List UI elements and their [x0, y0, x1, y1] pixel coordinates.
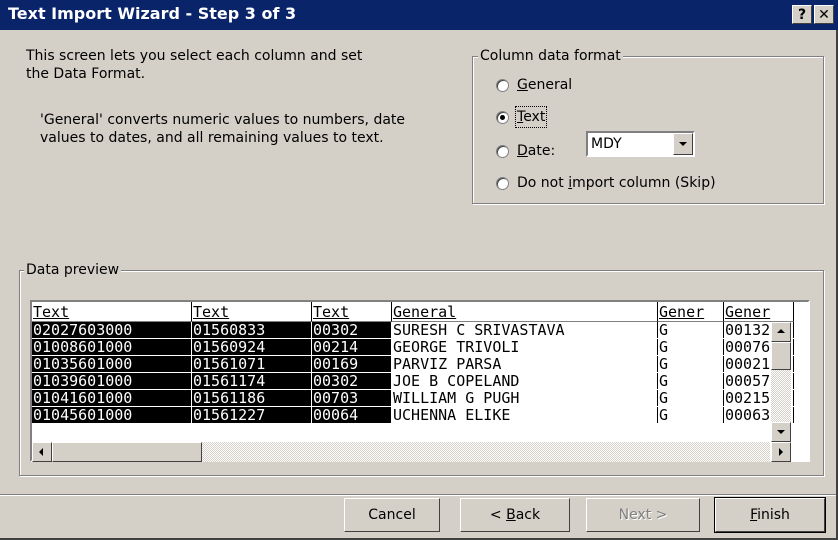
table-cell[interactable]: PARVIZ PARSA [392, 356, 658, 372]
description-line-1: This screen lets you select each column … [26, 48, 363, 64]
table-cell[interactable]: 00703 [312, 390, 392, 406]
table-cell[interactable]: 01039601000 [32, 373, 192, 389]
help-button[interactable]: ? [792, 5, 812, 24]
table-cell[interactable]: 01560833 [192, 322, 312, 338]
data-preview-legend: Data preview [24, 262, 122, 278]
arrow-up-icon [777, 329, 785, 333]
table-cell[interactable]: JOE B COPELAND [392, 373, 658, 389]
button-separator [0, 494, 836, 496]
table-cell[interactable]: 01041601000 [32, 390, 192, 406]
data-preview-grid[interactable]: Text 02027603000 01008601000 01035601000 010… [30, 300, 810, 462]
table-cell[interactable]: 00169 [312, 356, 392, 372]
table-cell[interactable]: GEORGE TRIVOLI [392, 339, 658, 355]
close-icon: ✕ [818, 7, 830, 23]
radio-skip-label[interactable]: Do not import column (Skip) [517, 174, 716, 192]
chevron-down-icon [679, 142, 687, 146]
radio-text[interactable] [496, 111, 509, 124]
column-header[interactable]: Gener [658, 302, 724, 322]
table-cell[interactable]: G [658, 373, 724, 389]
preview-vertical-scrollbar[interactable] [771, 322, 791, 442]
date-format-value: MDY [591, 136, 622, 152]
table-cell[interactable]: 00302 [312, 373, 392, 389]
description-line-2: the Data Format. [26, 66, 146, 82]
table-cell[interactable]: 01561186 [192, 390, 312, 406]
table-cell[interactable]: 01560924 [192, 339, 312, 355]
window-title: Text Import Wizard - Step 3 of 3 [8, 4, 297, 23]
arrow-right-icon [779, 448, 783, 456]
next-button[interactable]: Next > [586, 498, 700, 532]
arrow-down-icon [777, 430, 785, 434]
table-cell[interactable]: WILLIAM G PUGH [392, 390, 658, 406]
text-import-wizard-dialog: Text Import Wizard - Step 3 of 3 ? ✕ Thi… [0, 0, 838, 540]
radio-general-label[interactable]: General [517, 76, 572, 94]
finish-button[interactable]: Finish [714, 497, 826, 533]
radio-date[interactable] [496, 145, 509, 158]
table-cell[interactable]: 01035601000 [32, 356, 192, 372]
column-header[interactable]: Gener [724, 302, 794, 322]
table-cell[interactable]: 00064 [312, 407, 392, 423]
table-cell[interactable]: G [658, 322, 724, 338]
radio-text-label[interactable]: Text [514, 106, 548, 128]
title-bar[interactable]: Text Import Wizard - Step 3 of 3 ? ✕ [0, 0, 838, 30]
table-cell[interactable]: UCHENNA ELIKE [392, 407, 658, 423]
scroll-up-button[interactable] [771, 322, 791, 342]
scroll-left-button[interactable] [32, 442, 52, 462]
table-cell[interactable]: G [658, 356, 724, 372]
column-header[interactable]: Text [312, 302, 392, 322]
table-cell[interactable]: 00302 [312, 322, 392, 338]
scroll-down-button[interactable] [771, 422, 791, 442]
table-cell[interactable]: 01561227 [192, 407, 312, 423]
column-header[interactable]: Text [192, 302, 312, 322]
help-icon: ? [797, 7, 807, 23]
table-cell[interactable]: 00214 [312, 339, 392, 355]
radio-date-label[interactable]: Date: [517, 142, 555, 160]
column-header[interactable]: Text [32, 302, 192, 322]
vertical-scroll-thumb[interactable] [771, 342, 791, 370]
table-cell[interactable]: 01561174 [192, 373, 312, 389]
table-cell[interactable]: G [658, 339, 724, 355]
table-cell[interactable]: 01561071 [192, 356, 312, 372]
arrow-left-icon [39, 448, 43, 456]
column-header[interactable]: General [392, 302, 658, 322]
radio-general[interactable] [496, 79, 509, 92]
back-button[interactable]: < Back [460, 498, 570, 532]
description-line-4: values to dates, and all remaining value… [40, 130, 384, 146]
table-cell[interactable]: SURESH C SRIVASTAVA [392, 322, 658, 338]
scroll-right-button[interactable] [771, 442, 791, 462]
table-cell[interactable]: 02027603000 [32, 322, 192, 338]
column-data-format-legend: Column data format [478, 48, 623, 64]
cancel-button[interactable]: Cancel [344, 498, 440, 532]
description-line-3: 'General' converts numeric values to num… [40, 112, 406, 128]
radio-skip[interactable] [496, 177, 509, 190]
table-cell[interactable]: 01008601000 [32, 339, 192, 355]
table-cell[interactable]: 01045601000 [32, 407, 192, 423]
close-button[interactable]: ✕ [814, 5, 834, 24]
date-format-dropdown-button[interactable] [673, 133, 693, 155]
date-format-select[interactable]: MDY [586, 131, 695, 157]
horizontal-scroll-thumb[interactable] [52, 442, 202, 462]
table-cell[interactable]: G [658, 407, 724, 423]
table-cell[interactable]: G [658, 390, 724, 406]
